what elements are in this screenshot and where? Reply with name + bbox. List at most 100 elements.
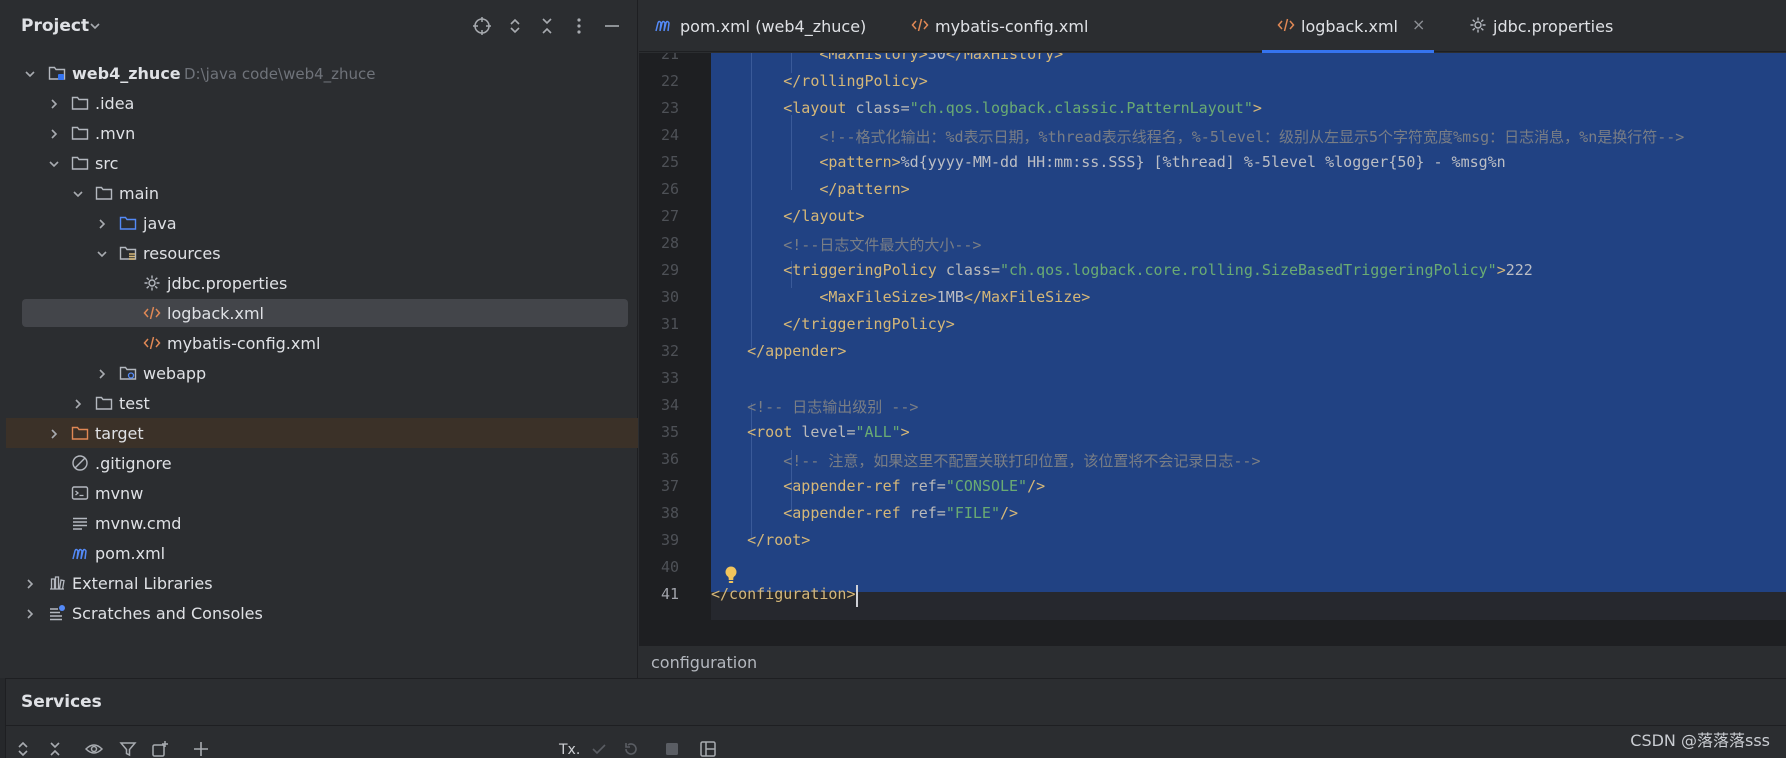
expand-all-icon[interactable]	[14, 740, 32, 758]
code-line[interactable]: </pattern>	[711, 180, 909, 198]
expand-all-icon[interactable]	[505, 16, 525, 36]
code-line[interactable]: <appender-ref ref="CONSOLE"/>	[711, 477, 1045, 495]
folder-icon	[95, 394, 113, 412]
code-line[interactable]: <MaxHistory>30</MaxHistory>	[711, 53, 1063, 63]
code-line[interactable]: <triggeringPolicy class="ch.qos.logback.…	[711, 261, 1533, 279]
eye-icon[interactable]	[84, 740, 104, 758]
code-line[interactable]: </triggeringPolicy>	[711, 315, 955, 333]
tree-node-jdbc-properties[interactable]: jdbc.properties	[6, 268, 638, 298]
code-token: "ALL"	[855, 423, 901, 441]
tab-pom-xml[interactable]: pom.xml (web4_zhuce)	[639, 0, 871, 52]
chevron-right-icon[interactable]	[47, 96, 61, 110]
tree-node-label: mvnw	[95, 484, 144, 503]
tree-node-mvnw[interactable]: mvnw	[6, 478, 638, 508]
tree-node-idea[interactable]: .idea	[6, 88, 638, 118]
chevron-right-icon[interactable]	[47, 426, 61, 440]
code-line[interactable]: <root level="ALL">	[711, 423, 910, 441]
chevron-down-icon[interactable]	[23, 66, 37, 80]
tree-node-label: main	[119, 184, 159, 203]
breadcrumb[interactable]: configuration	[639, 645, 1786, 678]
breadcrumb-item[interactable]: configuration	[651, 653, 757, 672]
tree-node-mvnw-cmd[interactable]: mvnw.cmd	[6, 508, 638, 538]
tree-node-mvn[interactable]: .mvn	[6, 118, 638, 148]
tree-node-pom-xml[interactable]: pom.xml	[6, 538, 638, 568]
more-icon[interactable]	[569, 16, 589, 36]
layout-icon[interactable]	[699, 740, 717, 758]
tree-node-label: External Libraries	[72, 574, 213, 593]
project-path: D:\java code\web4_zhuce	[184, 65, 376, 83]
tree-node-mybatis-config-xml[interactable]: mybatis-config.xml	[6, 328, 638, 358]
chevron-down-icon[interactable]	[47, 156, 61, 170]
chevron-right-icon[interactable]	[95, 366, 109, 380]
tree-node-main[interactable]: main	[6, 178, 638, 208]
locate-icon[interactable]	[472, 16, 492, 36]
tree-node-java[interactable]: java	[6, 208, 638, 238]
chevron-right-icon[interactable]	[23, 606, 37, 620]
code-line[interactable]: <layout class="ch.qos.logback.classic.Pa…	[711, 99, 1262, 117]
rollback-icon[interactable]	[622, 740, 640, 758]
tree-node-webapp[interactable]: webapp	[6, 358, 638, 388]
project-view-selector[interactable]: Project	[21, 16, 89, 36]
code-line[interactable]: <!-- 注意，如果这里不配置关联打印位置，该位置将不会记录日志-->	[711, 450, 1260, 471]
code-line[interactable]: </layout>	[711, 207, 864, 225]
code-token: ref=	[909, 504, 946, 522]
collapse-all-icon[interactable]	[537, 16, 557, 36]
lightbulb-icon[interactable]	[723, 565, 739, 585]
tree-node-label: mybatis-config.xml	[167, 334, 321, 353]
tree-node-test[interactable]: test	[6, 388, 638, 418]
chevron-down-icon[interactable]	[88, 18, 102, 34]
filter-icon[interactable]	[119, 740, 137, 758]
tree-node-target[interactable]: target	[6, 418, 638, 448]
minimize-icon[interactable]	[602, 16, 622, 36]
transaction-mode-label[interactable]: Tx.	[559, 742, 580, 758]
line-number-current: 41	[660, 585, 679, 603]
chevron-down-icon[interactable]	[95, 246, 109, 260]
code-token: 222	[1505, 261, 1533, 279]
code-line[interactable]: <pattern>%d{yyyy-MM-dd HH:mm:ss.SSS} [%t…	[711, 153, 1505, 171]
new-tab-icon[interactable]	[151, 740, 169, 758]
chevron-right-icon[interactable]	[95, 216, 109, 230]
code-line[interactable]: <!--格式化输出：%d表示日期，%thread表示线程名，%-5level：级…	[711, 126, 1684, 147]
chevron-right-icon[interactable]	[47, 126, 61, 140]
tree-node-external-libraries[interactable]: External Libraries	[6, 568, 638, 598]
tree-node-gitignore[interactable]: .gitignore	[6, 448, 638, 478]
chevron-right-icon[interactable]	[71, 396, 85, 410]
code-line[interactable]: <!--日志文件最大的大小-->	[711, 234, 981, 255]
line-number: 37	[660, 477, 679, 495]
stop-icon[interactable]	[663, 740, 681, 758]
code-line[interactable]: <!-- 日志输出级别 -->	[711, 396, 918, 417]
code-line[interactable]: </appender>	[711, 342, 846, 360]
code-line[interactable]: </configuration>	[711, 585, 856, 603]
chevron-right-icon[interactable]	[23, 576, 37, 590]
collapse-all-icon[interactable]	[46, 740, 64, 758]
line-number: 27	[660, 207, 679, 225]
code-token: />	[1027, 477, 1046, 495]
code-line[interactable]: <MaxFileSize>1MB</MaxFileSize>	[711, 288, 1090, 306]
chevron-down-icon[interactable]	[71, 186, 85, 200]
tab-jdbc-properties[interactable]: jdbc.properties	[1307, 0, 1613, 52]
add-icon[interactable]	[192, 740, 210, 758]
code-line[interactable]: </rollingPolicy>	[711, 72, 928, 90]
tree-node-web4-zhuce[interactable]: web4_zhuce D:\java code\web4_zhuce	[6, 58, 638, 88]
properties-file-icon	[1469, 16, 1487, 34]
check-icon[interactable]	[590, 740, 608, 758]
line-number: 32	[660, 342, 679, 360]
code-editor[interactable]: 21 22 23 24 25 26 27 28 29 30 31 32 33 3…	[639, 53, 1786, 645]
tab-label: pom.xml (web4_zhuce)	[680, 17, 867, 36]
tree-node-label: jdbc.properties	[167, 274, 288, 293]
tree-node-resources[interactable]: resources	[6, 238, 638, 268]
code-token: class=	[945, 261, 1000, 279]
tree-node-logback-xml[interactable]: logback.xml	[6, 298, 638, 328]
tab-mybatis-config-xml[interactable]: mybatis-config.xml	[871, 0, 1103, 52]
project-panel-header: Project	[0, 0, 638, 52]
code-line[interactable]: </root>	[711, 531, 810, 549]
code-line[interactable]: <appender-ref ref="FILE"/>	[711, 504, 1018, 522]
code-token: 1MB	[936, 288, 964, 306]
line-number: 30	[660, 288, 679, 306]
tree-node-src[interactable]: src	[6, 148, 638, 178]
tree-node-scratches-and-consoles[interactable]: Scratches and Consoles	[6, 598, 638, 628]
tab-logback-xml[interactable]: logback.xml ×	[1123, 0, 1434, 53]
